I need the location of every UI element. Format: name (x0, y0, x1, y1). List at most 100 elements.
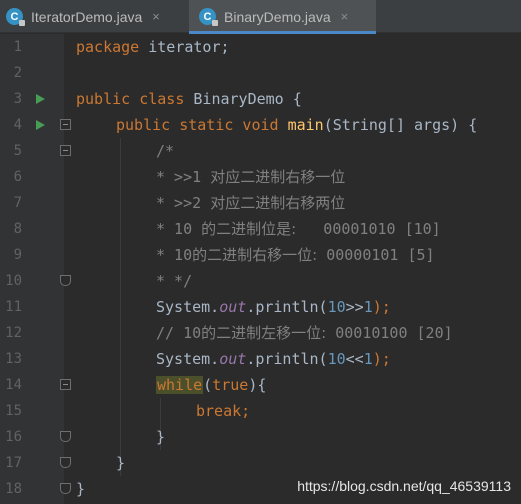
static-field: out (219, 350, 247, 368)
run-icon[interactable] (36, 94, 45, 104)
line-number: 16 (5, 429, 22, 445)
code-line-16: } (156, 424, 165, 450)
code-line-4: public static void main(String[] args) { (116, 112, 477, 138)
code-text: ); (372, 298, 391, 316)
comment-text: * 10 (156, 246, 193, 264)
java-class-icon: C (199, 8, 218, 26)
comment-text: 00010100 [20] (326, 324, 453, 342)
tab-binarydemo-java[interactable]: C BinaryDemo.java × (189, 0, 376, 34)
code-line-12: // 10的二进制左移一位: 00010100 [20] (156, 320, 453, 346)
keyword: public class (76, 90, 185, 108)
code-line-13: System.out.println(10<<1); (156, 346, 391, 372)
tab-iteratordemo-java[interactable]: C IteratorDemo.java × (0, 0, 189, 33)
fold-icon[interactable] (60, 379, 71, 390)
fold-end-icon[interactable] (60, 483, 71, 494)
gutter-line: 10 (0, 268, 71, 294)
static-field: out (219, 298, 247, 316)
line-number: 2 (13, 65, 22, 81)
fold-icon[interactable] (60, 119, 71, 130)
code-line-1: package iterator; (76, 34, 230, 60)
gutter-line: 11 (0, 294, 64, 320)
code-text: } (116, 454, 126, 472)
keyword: public static void (116, 116, 279, 134)
fold-end-icon[interactable] (60, 457, 71, 468)
number-literal: 10 (327, 298, 346, 316)
code-text: .println( (246, 298, 328, 316)
gutter-line: 3 (0, 86, 64, 112)
code-line-8: * 10 的二进制位是: 00001010 [10] (156, 216, 441, 242)
code-line-10: * */ (156, 268, 192, 294)
fold-end-icon[interactable] (60, 431, 71, 442)
comment-text: 对应二进制右移两位 (210, 194, 346, 212)
comment-text: 的二进制右移一位: (192, 246, 318, 264)
gutter-line: 8 (0, 216, 64, 242)
line-number: 17 (5, 455, 22, 471)
code-line-18: } (76, 476, 85, 502)
code-text: } (156, 428, 166, 446)
code-text: System. (156, 350, 220, 368)
indent-guide (120, 138, 121, 476)
code-text: ; (241, 402, 251, 420)
fold-icon[interactable] (60, 145, 71, 156)
code-text: .println( (246, 350, 328, 368)
gutter-line: 6 (0, 164, 64, 190)
comment-text: * 10 (156, 220, 202, 238)
comment-text: * >>1 (156, 168, 211, 186)
java-class-icon: C (6, 8, 25, 26)
code-line-15: break; (196, 398, 250, 424)
comment-text: // 10 (156, 324, 202, 342)
tab-label: IteratorDemo.java (31, 8, 143, 25)
keyword: true (212, 376, 249, 394)
fold-end-icon[interactable] (60, 275, 71, 286)
code-line-9: * 10的二进制右移一位: 00000101 [5] (156, 242, 435, 268)
line-number: 1 (13, 39, 22, 55)
code-line-6: * >>1 对应二进制右移一位 (156, 164, 345, 190)
line-number: 5 (13, 143, 22, 159)
code-line-11: System.out.println(10>>1); (156, 294, 391, 320)
gutter-line: 9 (0, 242, 64, 268)
comment-text: 对应二进制右移一位 (210, 168, 346, 186)
gutter-line: 17 (0, 450, 71, 476)
gutter-line: 5 (0, 138, 71, 164)
gutter-line: 13 (0, 346, 64, 372)
line-number: 11 (5, 299, 22, 315)
line-number: 3 (13, 91, 22, 107)
code-line-3: public class BinaryDemo { (76, 86, 302, 112)
line-number: 10 (5, 273, 22, 289)
line-number: 6 (13, 169, 22, 185)
line-number: 18 (5, 481, 22, 497)
gutter-line: 15 (0, 398, 64, 424)
operator: << (345, 350, 364, 368)
gutter-line: 18 (0, 476, 71, 502)
code-line-17: } (116, 450, 125, 476)
code-editor[interactable]: 1 2 3 4 5 6 7 8 9 10 11 12 13 14 15 16 1… (0, 34, 521, 504)
line-number: 13 (5, 351, 22, 367)
line-number: 15 (5, 403, 22, 419)
comment-text: 00000101 [5] (317, 246, 435, 264)
line-number: 14 (5, 377, 22, 393)
code-line-14: while(true){ (156, 372, 266, 398)
operator: >> (345, 298, 364, 316)
code-line-7: * >>2 对应二进制右移两位 (156, 190, 345, 216)
keyword: break (196, 402, 242, 420)
close-icon[interactable]: × (152, 9, 160, 24)
gutter-line: 16 (0, 424, 71, 450)
editor-tab-bar: C IteratorDemo.java × C BinaryDemo.java … (0, 0, 521, 34)
code-text: BinaryDemo { (184, 90, 302, 108)
code-line-5: /* (156, 138, 174, 164)
comment-text: 的二进制位是: (201, 220, 297, 238)
line-number: 8 (13, 221, 22, 237)
number-literal: 1 (363, 298, 373, 316)
comment-text: 00001010 [10] (296, 220, 441, 238)
method-name: main (287, 116, 324, 134)
line-number: 12 (5, 325, 22, 341)
comment-text: 的二进制左移一位: (201, 324, 327, 342)
number-literal: 10 (327, 350, 346, 368)
run-icon[interactable] (36, 120, 45, 130)
code-text: ( (203, 376, 213, 394)
close-icon[interactable]: × (341, 9, 349, 24)
gutter-line: 2 (0, 60, 64, 86)
comment-text: * >>2 (156, 194, 211, 212)
code-text: ); (372, 350, 391, 368)
gutter-line: 12 (0, 320, 64, 346)
